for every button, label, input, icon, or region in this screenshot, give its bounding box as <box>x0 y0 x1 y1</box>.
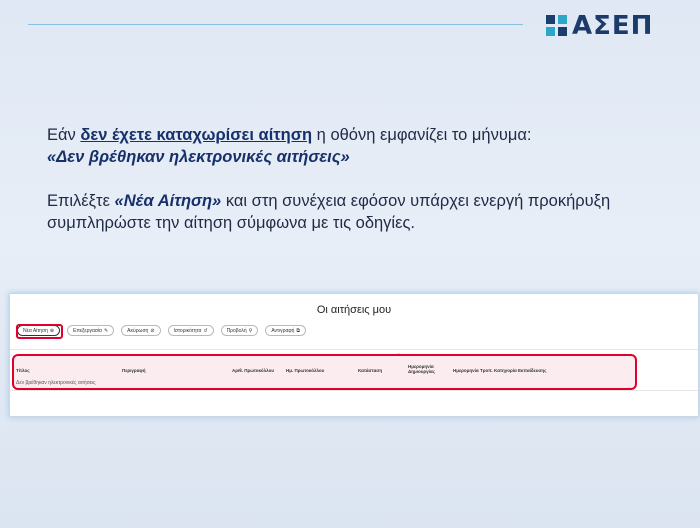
line1-emphasis: δεν έχετε καταχωρίσει αίτηση <box>80 126 313 144</box>
page-title: Οι αιτήσεις μου <box>316 304 392 316</box>
instruction-line-3: Επιλέξτε «Νέα Αίτηση» και στη συνέχεια ε… <box>47 190 687 212</box>
history-button[interactable]: Ιστορικότητα ↺ <box>167 325 214 336</box>
view-button[interactable]: Προβολή ⚲ <box>220 325 259 336</box>
cancel-button[interactable]: Ακύρωση ⊘ <box>121 325 161 336</box>
empty-message: Δεν βρέθηκαν ηλεκτρονικές αιτήσεις <box>16 380 96 386</box>
column-header-modified-date[interactable]: Ημερομηνία Τροπ. Κατηγορία Εκπαίδευσης <box>453 368 547 373</box>
column-header-status[interactable]: Κατάσταση <box>358 368 382 373</box>
line1-prefix: Εάν <box>47 126 81 144</box>
instruction-line-1: Εάν δεν έχετε καταχωρίσει αίτηση η οθόνη… <box>47 124 687 146</box>
new-application-highlight <box>16 324 63 339</box>
instructions-text: Εάν δεν έχετε καταχωρίσει αίτηση η οθόνη… <box>47 124 687 234</box>
line1-suffix: η οθόνη εμφανίζει το μήνυμα: <box>312 126 532 144</box>
instruction-line-4: συμπληρώστε την αίτηση σύμφωνα με τις οδ… <box>47 214 415 232</box>
pencil-icon: ✎ <box>103 327 109 334</box>
asep-logo: ΑΣΕΠ <box>546 11 656 41</box>
history-label: Ιστορικότητα <box>173 327 202 334</box>
column-header-created-date[interactable]: Ημερομηνία Δημιουργίας <box>408 364 442 374</box>
header-rule <box>28 24 523 25</box>
copy-button[interactable]: Αντιγραφή ⧉ <box>265 325 306 336</box>
line3-suffix: και στη συνέχεια εφόσον υπάρχει ενεργή π… <box>221 192 611 210</box>
column-header-description[interactable]: Περιγραφή <box>122 368 145 373</box>
logo-text: ΑΣΕΠ <box>572 11 654 41</box>
column-header-protocol-number[interactable]: Αριθ. Πρωτοκόλλου <box>232 368 274 373</box>
copy-label: Αντιγραφή <box>271 327 295 334</box>
edit-label: Επεξεργασία <box>73 327 102 334</box>
line3-prefix: Επιλέξτε <box>47 192 115 210</box>
column-header-title[interactable]: Τίτλος <box>16 368 30 373</box>
cancel-label: Ακύρωση <box>127 327 149 334</box>
search-icon: ⚲ <box>248 327 253 334</box>
view-label: Προβολή <box>226 327 247 334</box>
edit-button[interactable]: Επεξεργασία ✎ <box>67 325 115 336</box>
logo-mark-icon <box>546 15 568 37</box>
toolbar-divider <box>10 349 698 350</box>
column-header-protocol-date[interactable]: Ημ. Πρωτοκόλλου <box>286 368 324 373</box>
applications-screenshot: Οι αιτήσεις μου Νέα Αίτηση ⊕ Επεξεργασία… <box>9 293 699 417</box>
history-icon: ↺ <box>203 327 208 334</box>
instruction-line-2: «Δεν βρέθηκαν ηλεκτρονικές αιτήσεις» <box>47 148 350 166</box>
table-footer-divider <box>10 390 698 391</box>
cancel-icon: ⊘ <box>150 327 155 334</box>
copy-icon: ⧉ <box>296 327 300 334</box>
applications-table: Τίτλος Περιγραφή Αριθ. Πρωτοκόλλου Ημ. Π… <box>10 356 634 390</box>
line3-emphasis: «Νέα Αίτηση» <box>114 192 222 210</box>
